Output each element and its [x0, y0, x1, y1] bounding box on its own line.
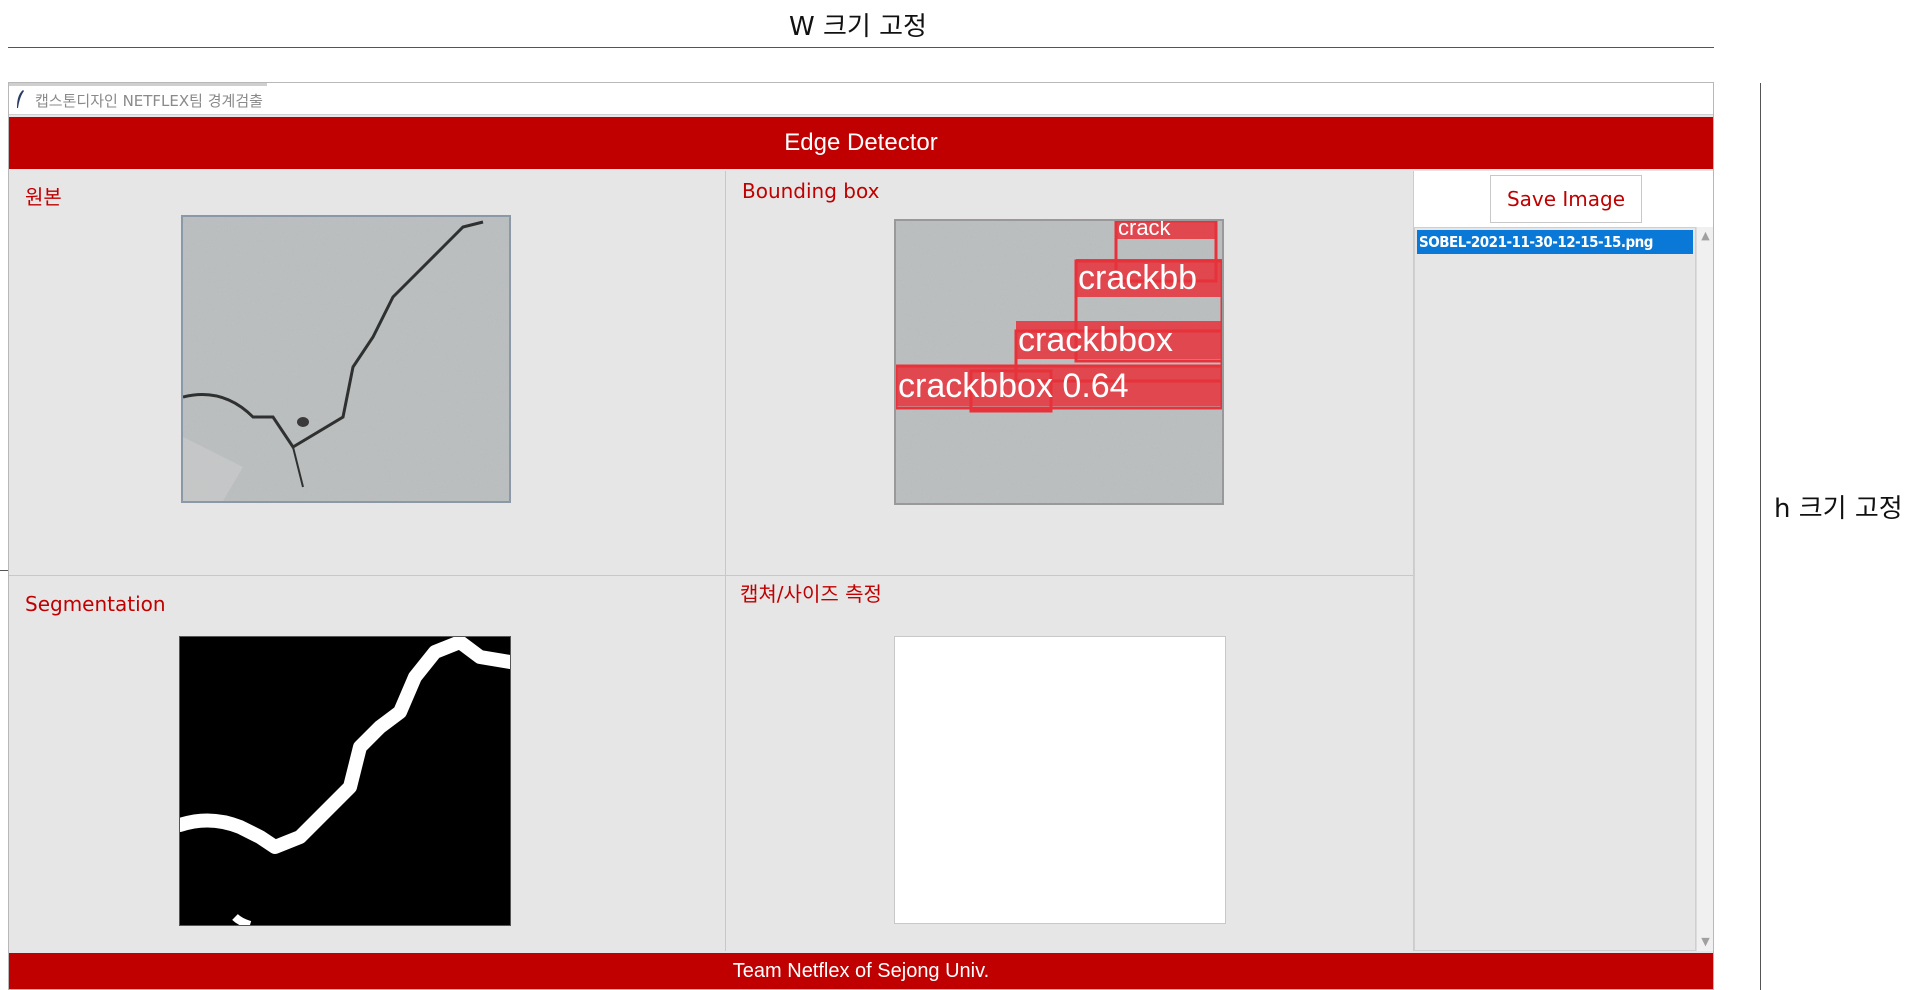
detection-label: crackbbox — [1018, 321, 1173, 359]
width-annotation-rule — [8, 47, 1714, 48]
title-bar-highlight — [9, 83, 267, 86]
detection-label: crackbbox 0.64 — [898, 367, 1129, 405]
capture-canvas[interactable] — [894, 636, 1226, 924]
detection-label: crack — [1118, 221, 1172, 240]
original-label: 원본 — [25, 185, 62, 209]
app-footer: Team Netflex of Sejong Univ. — [9, 953, 1713, 989]
width-annotation: W 크기 고정 — [789, 12, 927, 42]
save-image-button[interactable]: Save Image — [1490, 175, 1642, 223]
scroll-down-icon[interactable]: ▼ — [1697, 933, 1713, 951]
original-image — [181, 215, 511, 503]
height-annotation: h 크기 고정 — [1774, 494, 1903, 524]
file-listbox[interactable]: SOBEL-2021-11-30-12-15-15.png — [1414, 227, 1696, 951]
bounding-box-image: crackbbox 0.64 crackbbox crackbb crack — [894, 219, 1224, 505]
original-panel: 원본 — [9, 171, 725, 575]
capture-panel: 캡쳐/사이즈 측정 — [726, 576, 1413, 952]
segmentation-label: Segmentation — [25, 592, 166, 616]
capture-label: 캡쳐/사이즈 측정 — [740, 582, 882, 606]
app-window: 캡스톤디자인 NETFLEX팀 경계검출 Edge Detector 원본 Bo… — [8, 82, 1714, 990]
bounding-box-panel: Bounding box crackbbox 0.64 crackbbox cr… — [726, 171, 1413, 575]
scroll-up-icon[interactable]: ▲ — [1697, 227, 1713, 245]
height-annotation-rule — [1760, 83, 1761, 990]
detection-label: crackbb — [1078, 259, 1197, 297]
file-list-item[interactable]: SOBEL-2021-11-30-12-15-15.png — [1417, 230, 1693, 254]
listbox-scrollbar[interactable]: ▲ ▼ — [1696, 227, 1713, 951]
window-title: 캡스톤디자인 NETFLEX팀 경계검출 — [35, 92, 263, 110]
segmentation-image — [179, 636, 511, 926]
feather-icon — [17, 90, 24, 108]
app-header: Edge Detector — [9, 117, 1713, 169]
scroll-thumb[interactable] — [1699, 247, 1711, 927]
sidebar: Save Image SOBEL-2021-11-30-12-15-15.png… — [1413, 171, 1713, 951]
title-bar[interactable]: 캡스톤디자인 NETFLEX팀 경계검출 — [9, 83, 1713, 115]
segmentation-panel: Segmentation — [9, 576, 725, 952]
bounding-box-label: Bounding box — [742, 179, 880, 203]
